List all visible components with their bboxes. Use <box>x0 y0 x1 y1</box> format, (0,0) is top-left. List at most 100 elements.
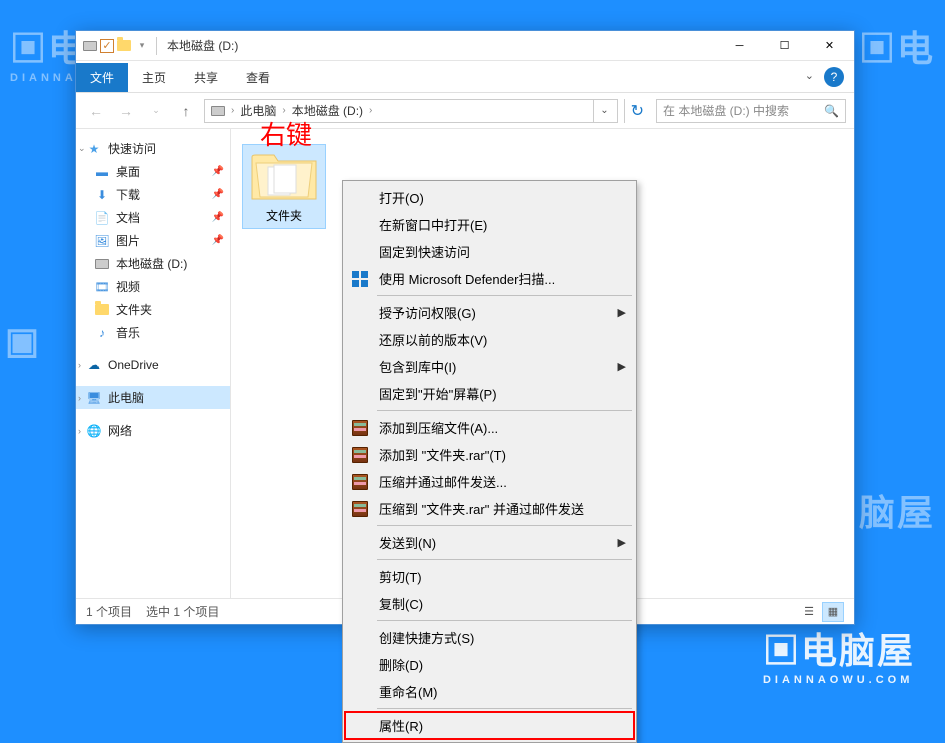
sidebar-item-label: OneDrive <box>108 358 159 372</box>
ribbon: 文件 主页 共享 查看 ⌄ ? <box>76 61 854 93</box>
sidebar-item-desktop[interactable]: ▬桌面📌 <box>76 160 230 183</box>
documents-icon: 📄 <box>94 210 110 226</box>
search-icon[interactable]: 🔍 <box>824 104 839 118</box>
menu-pin-quickaccess[interactable]: 固定到快速访问 <box>345 238 634 265</box>
recent-dropdown[interactable]: ⌄ <box>144 99 168 123</box>
downloads-icon: ⬇ <box>94 187 110 203</box>
window-title: 本地磁盘 (D:) <box>167 37 238 54</box>
sidebar-item-folder[interactable]: 文件夹 <box>76 298 230 321</box>
tab-share[interactable]: 共享 <box>180 63 232 92</box>
star-icon: ★ <box>86 141 102 157</box>
sidebar-item-label: 图片 <box>116 232 140 249</box>
menu-add-rar[interactable]: 添加到 "文件夹.rar"(T) <box>345 441 634 468</box>
refresh-button[interactable]: ↻ <box>624 99 650 123</box>
menu-cut[interactable]: 剪切(T) <box>345 563 634 590</box>
checkbox-icon[interactable]: ✓ <box>100 39 114 53</box>
menu-open[interactable]: 打开(O) <box>345 184 634 211</box>
breadcrumb-dropdown[interactable]: ⌄ <box>593 100 614 122</box>
chevron-right-icon[interactable]: › <box>367 105 374 116</box>
sidebar-item-drive-d[interactable]: 本地磁盘 (D:) <box>76 252 230 275</box>
videos-icon: 🎞 <box>94 279 110 295</box>
pc-icon: 🖥 <box>86 390 102 406</box>
ribbon-expand-icon[interactable]: ⌄ <box>805 69 814 82</box>
pin-icon: 📌 <box>212 212 224 223</box>
sidebar-item-videos[interactable]: 🎞视频 <box>76 275 230 298</box>
sidebar-item-music[interactable]: ♪音乐 <box>76 321 230 344</box>
sidebar-item-onedrive[interactable]: ›☁OneDrive <box>76 354 230 376</box>
chevron-right-icon[interactable]: › <box>280 105 287 116</box>
sidebar-item-label: 音乐 <box>116 324 140 341</box>
chevron-right-icon[interactable]: › <box>78 360 81 370</box>
defender-icon <box>351 270 369 288</box>
titlebar: ✓ ▾ 本地磁盘 (D:) ─ ☐ ✕ <box>76 31 854 61</box>
sidebar: ⌄ ★ 快速访问 ▬桌面📌 ⬇下载📌 📄文档📌 🖼图片📌 本地磁盘 (D:) 🎞… <box>76 129 231 598</box>
rar-icon <box>351 500 369 518</box>
watermark: ▣电 <box>859 20 935 72</box>
sidebar-item-label: 本地磁盘 (D:) <box>116 255 187 272</box>
folder-item[interactable]: 文件夹 <box>243 145 325 228</box>
tab-home[interactable]: 主页 <box>128 63 180 92</box>
sidebar-item-label: 文档 <box>116 209 140 226</box>
qat-dropdown-icon[interactable]: ▾ <box>134 38 150 54</box>
sidebar-item-label: 快速访问 <box>108 140 156 157</box>
folder-large-icon <box>248 145 320 203</box>
folder-icon <box>116 38 132 54</box>
menu-create-shortcut[interactable]: 创建快捷方式(S) <box>345 624 634 651</box>
menu-compress-rar-email[interactable]: 压缩到 "文件夹.rar" 并通过邮件发送 <box>345 495 634 522</box>
menu-delete[interactable]: 删除(D) <box>345 651 634 678</box>
menu-open-new-window[interactable]: 在新窗口中打开(E) <box>345 211 634 238</box>
pin-icon: 📌 <box>212 235 224 246</box>
search-input[interactable]: 在 本地磁盘 (D:) 中搜索 🔍 <box>656 99 846 123</box>
minimize-button[interactable]: ─ <box>717 31 762 60</box>
breadcrumb-drive[interactable]: 本地磁盘 (D:) <box>288 102 367 119</box>
up-button[interactable]: ↑ <box>174 99 198 123</box>
navbar: ← → ⌄ ↑ › 此电脑 › 本地磁盘 (D:) › ⌄ ↻ 在 本地磁盘 (… <box>76 93 854 129</box>
breadcrumb-pc[interactable]: 此电脑 <box>236 102 280 119</box>
menu-add-archive[interactable]: 添加到压缩文件(A)... <box>345 414 634 441</box>
watermark: ▣ <box>5 320 41 362</box>
menu-restore-versions[interactable]: 还原以前的版本(V) <box>345 326 634 353</box>
chevron-right-icon[interactable]: › <box>78 393 81 403</box>
help-button[interactable]: ? <box>824 67 844 87</box>
network-icon: 🌐 <box>86 423 102 439</box>
sidebar-item-pictures[interactable]: 🖼图片📌 <box>76 229 230 252</box>
maximize-button[interactable]: ☐ <box>762 31 807 60</box>
menu-separator <box>377 410 632 411</box>
watermark-logo: ▣电脑屋DIANNAOWU.COM <box>763 622 915 686</box>
view-details-button[interactable]: ☰ <box>798 602 820 622</box>
view-icons-button[interactable]: ▦ <box>822 602 844 622</box>
tab-view[interactable]: 查看 <box>232 63 284 92</box>
sidebar-item-thispc[interactable]: › 🖥 此电脑 <box>76 386 230 409</box>
pin-icon: 📌 <box>212 166 224 177</box>
menu-send-to[interactable]: 发送到(N)▶ <box>345 529 634 556</box>
breadcrumb[interactable]: › 此电脑 › 本地磁盘 (D:) › ⌄ <box>204 99 618 123</box>
menu-separator <box>377 559 632 560</box>
search-placeholder: 在 本地磁盘 (D:) 中搜索 <box>663 102 789 119</box>
menu-compress-email[interactable]: 压缩并通过邮件发送... <box>345 468 634 495</box>
menu-grant-access[interactable]: 授予访问权限(G)▶ <box>345 299 634 326</box>
menu-separator <box>377 525 632 526</box>
sidebar-item-network[interactable]: ›🌐网络 <box>76 419 230 442</box>
folder-icon <box>94 302 110 318</box>
menu-properties[interactable]: 属性(R) <box>345 712 634 739</box>
chevron-right-icon: ▶ <box>618 306 626 319</box>
menu-pin-start[interactable]: 固定到"开始"屏幕(P) <box>345 380 634 407</box>
menu-copy[interactable]: 复制(C) <box>345 590 634 617</box>
menu-include-library[interactable]: 包含到库中(I)▶ <box>345 353 634 380</box>
context-menu: 打开(O) 在新窗口中打开(E) 固定到快速访问 使用 Microsoft De… <box>342 180 637 743</box>
forward-button[interactable]: → <box>114 99 138 123</box>
tab-file[interactable]: 文件 <box>76 63 128 92</box>
sidebar-item-documents[interactable]: 📄 文档 📌 <box>76 206 230 229</box>
folder-label: 文件夹 <box>243 205 325 228</box>
chevron-right-icon[interactable]: › <box>78 426 81 436</box>
sidebar-item-quickaccess[interactable]: ⌄ ★ 快速访问 <box>76 137 230 160</box>
menu-defender-scan[interactable]: 使用 Microsoft Defender扫描... <box>345 265 634 292</box>
drive-icon <box>94 256 110 272</box>
sidebar-item-label: 此电脑 <box>108 389 144 406</box>
chevron-right-icon[interactable]: › <box>229 105 236 116</box>
chevron-down-icon[interactable]: ⌄ <box>78 143 86 154</box>
close-button[interactable]: ✕ <box>807 31 852 60</box>
menu-rename[interactable]: 重命名(M) <box>345 678 634 705</box>
back-button[interactable]: ← <box>84 99 108 123</box>
sidebar-item-downloads[interactable]: ⬇下载📌 <box>76 183 230 206</box>
